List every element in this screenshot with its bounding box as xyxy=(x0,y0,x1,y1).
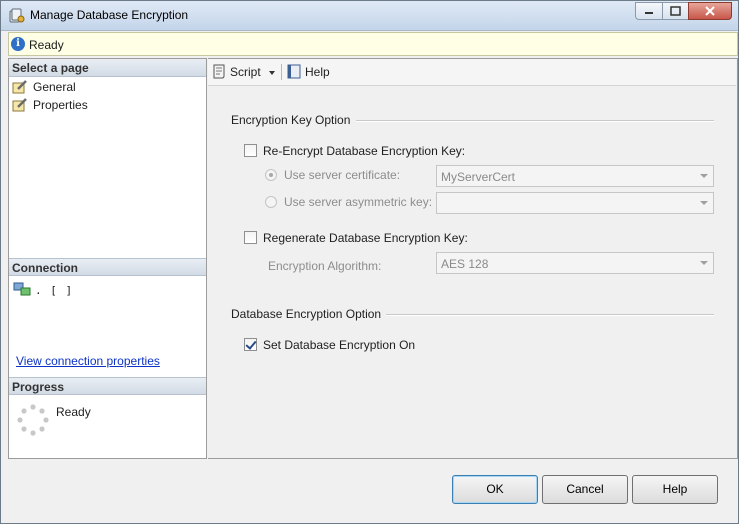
page-properties[interactable]: Properties xyxy=(12,97,202,115)
set-encryption-on-label[interactable]: Set Database Encryption On xyxy=(263,338,415,352)
reencrypt-key-label[interactable]: Re-Encrypt Database Encryption Key: xyxy=(263,144,465,158)
script-button[interactable]: Script xyxy=(211,63,279,81)
script-icon xyxy=(213,64,225,79)
use-asymmetric-key-label: Use server asymmetric key: xyxy=(284,195,433,209)
page-general-label: General xyxy=(33,80,76,94)
page-wrench-icon xyxy=(12,98,27,112)
chevron-down-icon xyxy=(700,261,708,265)
right-pane: Script Help Encryption Key Option Re-Enc… xyxy=(208,58,738,459)
page-wrench-icon xyxy=(12,80,27,94)
encryption-key-group-title: Encryption Key Option xyxy=(231,113,351,127)
info-icon: i xyxy=(11,37,25,51)
db-encryption-group-title: Database Encryption Option xyxy=(231,307,382,321)
page-general[interactable]: General xyxy=(12,79,202,97)
left-pane: Select a page General Properties Connect… xyxy=(8,58,207,459)
connection-server-name: . [ ] xyxy=(35,284,74,297)
progress-spinner-icon xyxy=(17,404,49,436)
help-book-icon xyxy=(287,64,301,79)
ok-button[interactable]: OK xyxy=(452,475,538,504)
close-button[interactable] xyxy=(688,2,732,20)
status-text: Ready xyxy=(29,38,64,52)
cancel-button[interactable]: Cancel xyxy=(542,475,628,504)
use-asymmetric-key-radio[interactable] xyxy=(265,196,277,208)
toolbar-separator xyxy=(281,64,282,80)
use-server-certificate-label: Use server certificate: xyxy=(284,168,401,182)
database-encryption-icon xyxy=(9,8,25,23)
connection-header: Connection xyxy=(9,258,206,276)
group-divider xyxy=(356,120,714,122)
progress-status: Ready xyxy=(56,405,91,419)
maximize-button[interactable] xyxy=(662,2,689,20)
manage-database-encryption-dialog: Manage Database Encryption i Ready Selec… xyxy=(0,0,739,524)
help-toolbar-label: Help xyxy=(305,65,330,79)
regenerate-key-label[interactable]: Regenerate Database Encryption Key: xyxy=(263,231,468,245)
toolbar: Script Help xyxy=(208,59,736,86)
set-encryption-on-checkbox[interactable] xyxy=(244,338,257,351)
server-certificate-value: MyServerCert xyxy=(441,170,516,184)
chevron-down-icon xyxy=(700,174,708,178)
use-server-certificate-radio[interactable] xyxy=(265,169,277,181)
maximize-icon xyxy=(670,6,681,16)
window-title: Manage Database Encryption xyxy=(30,8,189,22)
asymmetric-key-select[interactable] xyxy=(436,192,714,214)
group-divider xyxy=(386,314,714,316)
encryption-algorithm-value: AES 128 xyxy=(441,257,489,271)
chevron-down-icon[interactable] xyxy=(269,71,275,75)
status-bar: i Ready xyxy=(8,32,738,56)
page-properties-label: Properties xyxy=(33,98,88,112)
chevron-down-icon xyxy=(700,201,708,205)
encryption-algorithm-label: Encryption Algorithm: xyxy=(268,259,382,273)
view-connection-properties-link[interactable]: View connection properties xyxy=(16,354,160,368)
help-button[interactable]: Help xyxy=(632,475,718,504)
regenerate-key-checkbox[interactable] xyxy=(244,231,257,244)
close-icon xyxy=(705,6,715,16)
server-connection-icon xyxy=(13,282,31,296)
server-certificate-select[interactable]: MyServerCert xyxy=(436,165,714,187)
progress-header: Progress xyxy=(9,377,206,395)
select-page-header: Select a page xyxy=(9,59,206,77)
minimize-button[interactable] xyxy=(635,2,663,20)
title-bar[interactable]: Manage Database Encryption xyxy=(1,1,738,31)
encryption-algorithm-select[interactable]: AES 128 xyxy=(436,252,714,274)
reencrypt-key-checkbox[interactable] xyxy=(244,144,257,157)
help-toolbar-button[interactable]: Help xyxy=(286,63,346,81)
script-label: Script xyxy=(230,65,261,79)
minimize-icon xyxy=(645,12,653,14)
